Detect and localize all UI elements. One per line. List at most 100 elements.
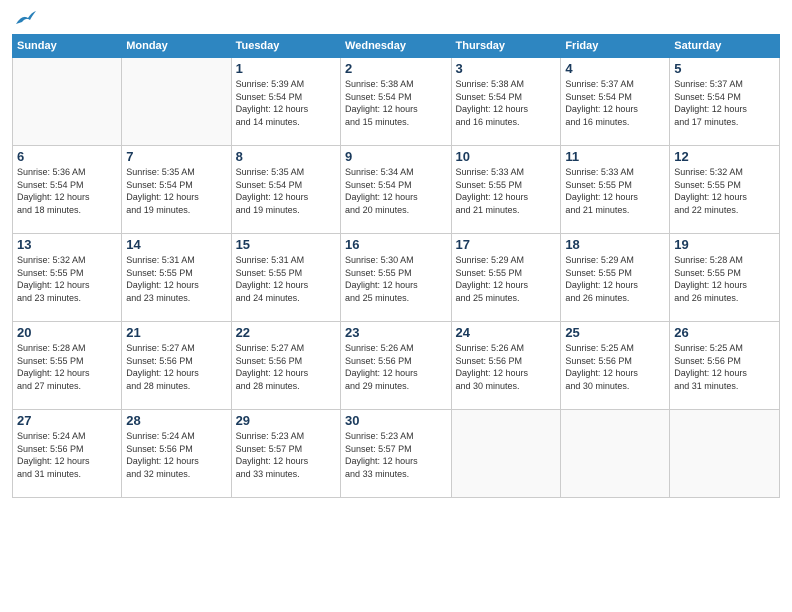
day-number: 3 xyxy=(456,61,557,76)
calendar-header-row: SundayMondayTuesdayWednesdayThursdayFrid… xyxy=(13,35,780,58)
day-detail: Sunrise: 5:29 AM Sunset: 5:55 PM Dayligh… xyxy=(456,254,557,304)
calendar-day: 5 Sunrise: 5:37 AM Sunset: 5:54 PM Daylig… xyxy=(670,58,780,146)
logo-bird-icon xyxy=(14,10,36,28)
day-number: 28 xyxy=(126,413,226,428)
day-number: 13 xyxy=(17,237,117,252)
calendar-day: 24 Sunrise: 5:26 AM Sunset: 5:56 PM Dayli… xyxy=(451,322,561,410)
day-detail: Sunrise: 5:32 AM Sunset: 5:55 PM Dayligh… xyxy=(17,254,117,304)
calendar-day: 3 Sunrise: 5:38 AM Sunset: 5:54 PM Daylig… xyxy=(451,58,561,146)
calendar-week-1: 1Sunrise: 5:39 AM Sunset: 5:54 PM Daylig… xyxy=(13,58,780,146)
day-number: 26 xyxy=(674,325,775,340)
calendar-day: 23 Sunrise: 5:26 AM Sunset: 5:56 PM Dayli… xyxy=(341,322,451,410)
calendar-header-friday: Friday xyxy=(561,35,670,58)
day-number: 12 xyxy=(674,149,775,164)
day-detail: Sunrise: 5:25 AM Sunset: 5:56 PM Dayligh… xyxy=(674,342,775,392)
calendar-day: 29Sunrise: 5:23 AM Sunset: 5:57 PM Dayli… xyxy=(231,410,340,498)
day-number: 2 xyxy=(345,61,446,76)
calendar-day: 7 Sunrise: 5:35 AM Sunset: 5:54 PM Daylig… xyxy=(122,146,231,234)
day-detail: Sunrise: 5:35 AM Sunset: 5:54 PM Dayligh… xyxy=(236,166,336,216)
day-detail: Sunrise: 5:35 AM Sunset: 5:54 PM Dayligh… xyxy=(126,166,226,216)
day-detail: Sunrise: 5:26 AM Sunset: 5:56 PM Dayligh… xyxy=(456,342,557,392)
day-number: 8 xyxy=(236,149,336,164)
day-number: 1 xyxy=(236,61,336,76)
day-detail: Sunrise: 5:23 AM Sunset: 5:57 PM Dayligh… xyxy=(345,430,446,480)
day-detail: Sunrise: 5:24 AM Sunset: 5:56 PM Dayligh… xyxy=(17,430,117,480)
calendar-day: 22Sunrise: 5:27 AM Sunset: 5:56 PM Dayli… xyxy=(231,322,340,410)
day-detail: Sunrise: 5:36 AM Sunset: 5:54 PM Dayligh… xyxy=(17,166,117,216)
calendar-day: 1Sunrise: 5:39 AM Sunset: 5:54 PM Daylig… xyxy=(231,58,340,146)
calendar-header-thursday: Thursday xyxy=(451,35,561,58)
calendar-header-tuesday: Tuesday xyxy=(231,35,340,58)
calendar-day: 6Sunrise: 5:36 AM Sunset: 5:54 PM Daylig… xyxy=(13,146,122,234)
calendar-header-saturday: Saturday xyxy=(670,35,780,58)
calendar-day xyxy=(451,410,561,498)
day-detail: Sunrise: 5:26 AM Sunset: 5:56 PM Dayligh… xyxy=(345,342,446,392)
calendar-day: 26 Sunrise: 5:25 AM Sunset: 5:56 PM Dayli… xyxy=(670,322,780,410)
day-detail: Sunrise: 5:37 AM Sunset: 5:54 PM Dayligh… xyxy=(674,78,775,128)
day-number: 20 xyxy=(17,325,117,340)
calendar-day: 20 Sunrise: 5:28 AM Sunset: 5:55 PM Dayli… xyxy=(13,322,122,410)
calendar-day: 8 Sunrise: 5:35 AM Sunset: 5:54 PM Daylig… xyxy=(231,146,340,234)
calendar-day xyxy=(670,410,780,498)
calendar-day: 30 Sunrise: 5:23 AM Sunset: 5:57 PM Dayli… xyxy=(341,410,451,498)
calendar-header-sunday: Sunday xyxy=(13,35,122,58)
day-number: 10 xyxy=(456,149,557,164)
calendar-week-2: 6Sunrise: 5:36 AM Sunset: 5:54 PM Daylig… xyxy=(13,146,780,234)
day-detail: Sunrise: 5:30 AM Sunset: 5:55 PM Dayligh… xyxy=(345,254,446,304)
day-detail: Sunrise: 5:23 AM Sunset: 5:57 PM Dayligh… xyxy=(236,430,336,480)
calendar-day: 28Sunrise: 5:24 AM Sunset: 5:56 PM Dayli… xyxy=(122,410,231,498)
day-number: 23 xyxy=(345,325,446,340)
calendar-table: SundayMondayTuesdayWednesdayThursdayFrid… xyxy=(12,34,780,498)
day-detail: Sunrise: 5:34 AM Sunset: 5:54 PM Dayligh… xyxy=(345,166,446,216)
day-number: 16 xyxy=(345,237,446,252)
calendar-day: 25 Sunrise: 5:25 AM Sunset: 5:56 PM Dayli… xyxy=(561,322,670,410)
day-number: 18 xyxy=(565,237,665,252)
calendar-day xyxy=(561,410,670,498)
calendar-day: 2 Sunrise: 5:38 AM Sunset: 5:54 PM Daylig… xyxy=(341,58,451,146)
calendar-day: 27 Sunrise: 5:24 AM Sunset: 5:56 PM Dayli… xyxy=(13,410,122,498)
day-detail: Sunrise: 5:33 AM Sunset: 5:55 PM Dayligh… xyxy=(565,166,665,216)
day-number: 4 xyxy=(565,61,665,76)
day-detail: Sunrise: 5:29 AM Sunset: 5:55 PM Dayligh… xyxy=(565,254,665,304)
day-detail: Sunrise: 5:31 AM Sunset: 5:55 PM Dayligh… xyxy=(126,254,226,304)
day-detail: Sunrise: 5:38 AM Sunset: 5:54 PM Dayligh… xyxy=(456,78,557,128)
day-detail: Sunrise: 5:27 AM Sunset: 5:56 PM Dayligh… xyxy=(126,342,226,392)
calendar-day: 15Sunrise: 5:31 AM Sunset: 5:55 PM Dayli… xyxy=(231,234,340,322)
calendar-day: 11 Sunrise: 5:33 AM Sunset: 5:55 PM Dayli… xyxy=(561,146,670,234)
day-number: 27 xyxy=(17,413,117,428)
calendar-day: 9 Sunrise: 5:34 AM Sunset: 5:54 PM Daylig… xyxy=(341,146,451,234)
calendar-day: 16 Sunrise: 5:30 AM Sunset: 5:55 PM Dayli… xyxy=(341,234,451,322)
day-number: 22 xyxy=(236,325,336,340)
day-number: 25 xyxy=(565,325,665,340)
calendar-header-wednesday: Wednesday xyxy=(341,35,451,58)
day-detail: Sunrise: 5:33 AM Sunset: 5:55 PM Dayligh… xyxy=(456,166,557,216)
calendar-day: 19Sunrise: 5:28 AM Sunset: 5:55 PM Dayli… xyxy=(670,234,780,322)
day-number: 24 xyxy=(456,325,557,340)
calendar-day: 14 Sunrise: 5:31 AM Sunset: 5:55 PM Dayli… xyxy=(122,234,231,322)
calendar-day: 10 Sunrise: 5:33 AM Sunset: 5:55 PM Dayli… xyxy=(451,146,561,234)
calendar-day: 13 Sunrise: 5:32 AM Sunset: 5:55 PM Dayli… xyxy=(13,234,122,322)
day-number: 30 xyxy=(345,413,446,428)
calendar-day: 21Sunrise: 5:27 AM Sunset: 5:56 PM Dayli… xyxy=(122,322,231,410)
day-detail: Sunrise: 5:31 AM Sunset: 5:55 PM Dayligh… xyxy=(236,254,336,304)
calendar-day: 18 Sunrise: 5:29 AM Sunset: 5:55 PM Dayli… xyxy=(561,234,670,322)
calendar-week-5: 27 Sunrise: 5:24 AM Sunset: 5:56 PM Dayli… xyxy=(13,410,780,498)
calendar-week-3: 13 Sunrise: 5:32 AM Sunset: 5:55 PM Dayli… xyxy=(13,234,780,322)
calendar-week-4: 20 Sunrise: 5:28 AM Sunset: 5:55 PM Dayli… xyxy=(13,322,780,410)
day-number: 9 xyxy=(345,149,446,164)
day-number: 7 xyxy=(126,149,226,164)
day-detail: Sunrise: 5:25 AM Sunset: 5:56 PM Dayligh… xyxy=(565,342,665,392)
day-detail: Sunrise: 5:28 AM Sunset: 5:55 PM Dayligh… xyxy=(674,254,775,304)
day-detail: Sunrise: 5:38 AM Sunset: 5:54 PM Dayligh… xyxy=(345,78,446,128)
day-number: 5 xyxy=(674,61,775,76)
day-detail: Sunrise: 5:37 AM Sunset: 5:54 PM Dayligh… xyxy=(565,78,665,128)
calendar-day xyxy=(13,58,122,146)
day-number: 11 xyxy=(565,149,665,164)
calendar-header-monday: Monday xyxy=(122,35,231,58)
day-number: 14 xyxy=(126,237,226,252)
calendar-day xyxy=(122,58,231,146)
calendar-day: 4 Sunrise: 5:37 AM Sunset: 5:54 PM Daylig… xyxy=(561,58,670,146)
day-detail: Sunrise: 5:28 AM Sunset: 5:55 PM Dayligh… xyxy=(17,342,117,392)
day-detail: Sunrise: 5:32 AM Sunset: 5:55 PM Dayligh… xyxy=(674,166,775,216)
calendar-day: 17Sunrise: 5:29 AM Sunset: 5:55 PM Dayli… xyxy=(451,234,561,322)
